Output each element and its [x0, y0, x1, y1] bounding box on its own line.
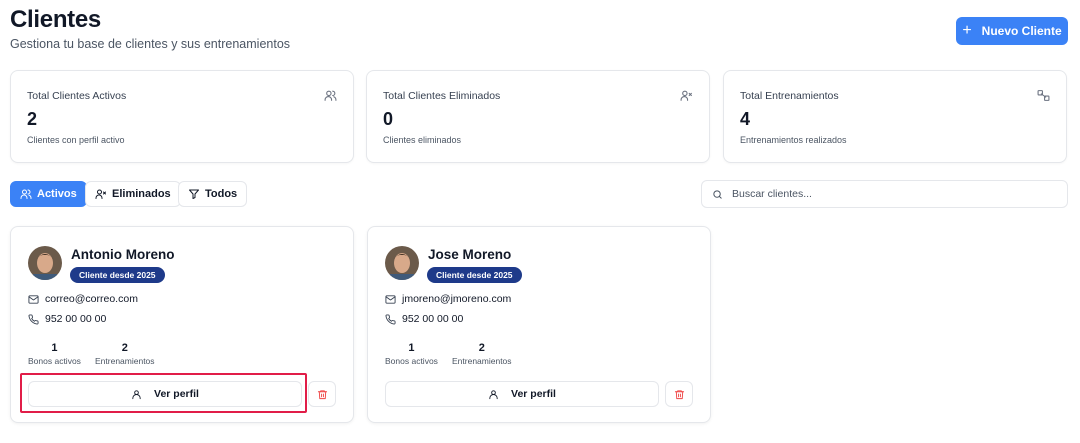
trainings-value: 2	[478, 342, 485, 354]
filter-activos[interactable]: Activos	[10, 181, 87, 207]
client-phone-text: 952 00 00 00	[402, 313, 464, 325]
client-name: Jose Moreno	[428, 247, 512, 262]
filter-todos-label: Todos	[205, 188, 238, 200]
client-card: Antonio Moreno Cliente desde 2025 correo…	[10, 226, 354, 423]
stat-description: Clientes con perfil activo	[27, 135, 125, 145]
client-since-badge: Cliente desde 2025	[70, 267, 165, 283]
dumbbell-icon	[1037, 90, 1050, 101]
user-icon	[132, 389, 141, 399]
avatar	[28, 246, 62, 280]
trainings-stat: 2 Entrenamientos	[452, 342, 512, 366]
filter-eliminados-label: Eliminados	[112, 188, 171, 200]
trash-icon	[674, 389, 684, 399]
stat-card-trainings: Total Entrenamientos 4 Entrenamientos re…	[723, 70, 1067, 163]
avatar	[385, 246, 419, 280]
client-email-text: jmoreno@jmoreno.com	[402, 293, 512, 305]
client-phone: 952 00 00 00	[28, 313, 106, 325]
stat-label: Total Clientes Activos	[27, 90, 127, 102]
trash-icon	[317, 389, 327, 399]
stat-label: Total Entrenamientos	[740, 90, 839, 102]
stat-value: 0	[383, 109, 394, 129]
bonos-stat: 1 Bonos activos	[28, 342, 81, 366]
mail-icon	[28, 294, 39, 304]
client-phone-text: 952 00 00 00	[45, 313, 107, 325]
stat-card-active-clients: Total Clientes Activos 2 Clientes con pe…	[10, 70, 354, 163]
trainings-label: Entrenamientos	[452, 356, 512, 366]
users-icon	[20, 189, 32, 199]
trainings-label: Entrenamientos	[95, 356, 155, 366]
view-profile-button[interactable]: Ver perfil	[28, 381, 302, 407]
stat-description: Clientes eliminados	[383, 135, 462, 145]
search-icon	[713, 189, 722, 199]
view-profile-button[interactable]: Ver perfil	[385, 381, 659, 407]
bonos-label: Bonos activos	[28, 356, 81, 366]
search-input[interactable]	[732, 188, 1052, 200]
stat-card-deleted-clients: Total Clientes Eliminados 0 Clientes eli…	[366, 70, 710, 163]
filter-todos[interactable]: Todos	[178, 181, 248, 207]
client-email-text: correo@correo.com	[45, 293, 138, 305]
client-name: Antonio Moreno	[71, 247, 175, 262]
client-email: correo@correo.com	[28, 293, 138, 305]
view-profile-label: Ver perfil	[511, 388, 556, 400]
delete-client-button[interactable]	[665, 381, 693, 407]
trainings-stat: 2 Entrenamientos	[95, 342, 155, 366]
bonos-label: Bonos activos	[385, 356, 438, 366]
view-profile-label: Ver perfil	[154, 388, 199, 400]
filter-eliminados[interactable]: Eliminados	[85, 181, 181, 207]
phone-icon	[385, 313, 396, 324]
client-since-badge: Cliente desde 2025	[427, 267, 522, 283]
filter-icon	[189, 189, 199, 199]
page-subtitle: Gestiona tu base de clientes y sus entre…	[10, 37, 291, 51]
bonos-stat: 1 Bonos activos	[385, 342, 438, 366]
stat-description: Entrenamientos realizados	[740, 135, 847, 145]
new-client-button[interactable]: + Nuevo Cliente	[956, 17, 1068, 45]
client-phone: 952 00 00 00	[385, 313, 463, 325]
bonos-value: 1	[408, 342, 415, 354]
client-card: Jose Moreno Cliente desde 2025 jmoreno@j…	[367, 226, 711, 423]
delete-client-button[interactable]	[308, 381, 336, 407]
mail-icon	[385, 294, 396, 304]
new-client-button-label: Nuevo Cliente	[981, 24, 1062, 38]
user-x-icon	[95, 189, 106, 199]
bonos-value: 1	[51, 342, 58, 354]
stat-value: 2	[27, 109, 38, 129]
trainings-value: 2	[121, 342, 128, 354]
phone-icon	[28, 313, 39, 324]
stat-value: 4	[740, 109, 751, 129]
filter-activos-label: Activos	[37, 188, 77, 200]
user-x-icon	[680, 90, 692, 101]
stat-label: Total Clientes Eliminados	[383, 90, 501, 102]
client-email: jmoreno@jmoreno.com	[385, 293, 511, 305]
search-box	[701, 180, 1068, 208]
plus-icon: +	[962, 22, 972, 39]
user-icon	[489, 389, 498, 399]
page-title: Clientes	[10, 6, 101, 33]
users-icon	[324, 90, 337, 101]
